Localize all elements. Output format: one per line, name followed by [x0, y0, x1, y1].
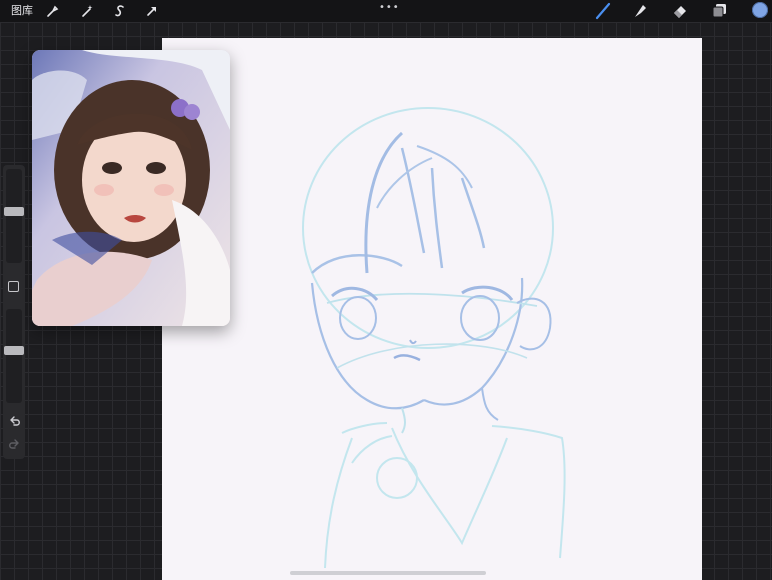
reference-image-panel[interactable]: [32, 50, 230, 326]
smudge-icon[interactable]: [631, 2, 649, 20]
undo-icon[interactable]: [8, 413, 21, 426]
left-sidebar: [3, 165, 25, 459]
home-indicator: [290, 571, 486, 575]
brush-size-handle[interactable]: [4, 207, 24, 216]
color-picker-button[interactable]: [752, 2, 768, 18]
layers-icon[interactable]: [710, 2, 728, 20]
modify-button[interactable]: [8, 281, 19, 292]
wrench-icon[interactable]: [43, 2, 61, 20]
brush-icon[interactable]: [594, 2, 612, 20]
gallery-button[interactable]: 图库: [11, 3, 33, 19]
opacity-handle[interactable]: [4, 346, 24, 355]
drawing-canvas[interactable]: [162, 38, 702, 580]
more-options-button[interactable]: •••: [379, 2, 400, 13]
selection-s-icon[interactable]: [111, 2, 129, 20]
reference-photo: [32, 50, 230, 326]
transform-arrow-icon[interactable]: [143, 2, 161, 20]
eraser-icon[interactable]: [671, 2, 689, 20]
opacity-slider[interactable]: [4, 309, 24, 403]
redo-icon[interactable]: [8, 436, 21, 449]
brush-size-slider[interactable]: [4, 169, 24, 263]
top-toolbar: 图库 •••: [0, 0, 772, 22]
sketch-drawing: [302, 107, 566, 569]
magic-wand-icon[interactable]: [78, 2, 96, 20]
